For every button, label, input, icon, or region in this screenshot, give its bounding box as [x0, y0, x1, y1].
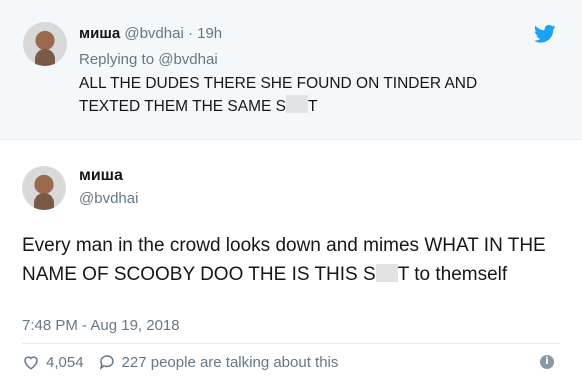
- replying-to: Replying to @bvdhai: [79, 51, 218, 68]
- tweet-actions: 4,054 227 people are talking about this: [22, 352, 338, 372]
- user-handle[interactable]: @bvdhai: [124, 25, 183, 42]
- parent-tweet-line-2: TEXTED THEM THE SAME ST: [79, 95, 559, 118]
- replying-to-handle[interactable]: @bvdhai: [158, 51, 217, 68]
- tweet-time[interactable]: 19h: [197, 25, 222, 42]
- user-handle[interactable]: @bvdhai: [79, 190, 138, 207]
- speech-bubble-icon[interactable]: [98, 353, 116, 371]
- separator-dot: ·: [187, 25, 193, 42]
- parent-tweet-text: ALL THE DUDES THERE SHE FOUND ON TINDER …: [79, 73, 559, 118]
- heart-icon[interactable]: [22, 353, 40, 371]
- talking-about-link[interactable]: 227 people are talking about this: [122, 354, 339, 371]
- parent-tweet-line-1: ALL THE DUDES THERE SHE FOUND ON TINDER …: [79, 75, 478, 92]
- info-icon[interactable]: i: [540, 355, 554, 369]
- replying-to-label: Replying to: [79, 51, 155, 68]
- avatar[interactable]: [22, 166, 66, 210]
- tweet-text: Every man in the crowd looks down and mi…: [22, 235, 546, 285]
- censor-block: [286, 95, 308, 113]
- divider: [22, 343, 560, 344]
- parent-tweet[interactable]: миша @bvdhai · 19h Replying to @bvdhai A…: [0, 0, 582, 140]
- display-name[interactable]: миша: [79, 167, 123, 185]
- twitter-bird-icon[interactable]: [534, 24, 556, 44]
- display-name[interactable]: миша: [79, 25, 120, 42]
- parent-tweet-header: миша @bvdhai · 19h: [79, 25, 222, 42]
- avatar[interactable]: [23, 22, 67, 66]
- censor-block: [375, 264, 398, 282]
- like-count[interactable]: 4,054: [46, 354, 84, 371]
- tweet-timestamp[interactable]: 7:48 PM - Aug 19, 2018: [22, 317, 180, 334]
